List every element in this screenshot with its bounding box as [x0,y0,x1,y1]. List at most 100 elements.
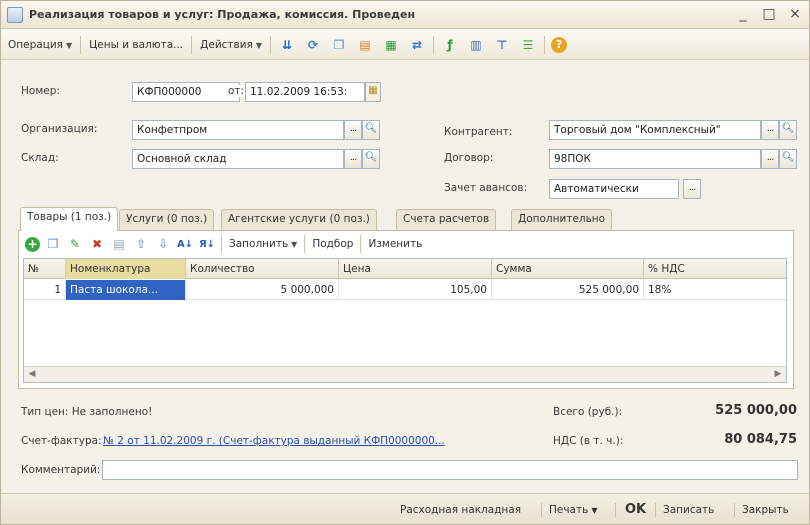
counterparty-field[interactable]: Торговый дом "Комплексный" [549,120,761,140]
change-button[interactable]: Изменить [364,233,426,255]
organization-field[interactable]: Конфетпром [132,120,344,140]
column-header-quantity[interactable]: Количество [186,259,339,279]
cell-quantity[interactable]: 5 000,000 [186,280,339,300]
window-title: Реализация товаров и услуг: Продажа, ком… [29,8,416,21]
refresh-icon[interactable]: ⟳ [303,35,323,55]
help-icon[interactable]: ? [551,36,568,53]
column-header-item[interactable]: Номенклатура [66,259,186,279]
sort-desc-icon[interactable]: Я↓ [198,235,216,253]
warehouse-label: Склад: [21,152,59,164]
move-down-icon[interactable]: ⇩ [154,235,172,253]
organization-select-button[interactable]: ... [344,120,362,140]
vat-value: 80 084,75 [724,432,797,447]
tab-additional[interactable]: Дополнительно [511,209,613,230]
chevron-down-icon: ▼ [291,240,298,249]
ok-button[interactable]: OK [625,501,646,519]
tab-agent-services[interactable]: Агентские услуги (0 поз.) [221,209,377,230]
move-up-icon[interactable]: ⇧ [132,235,150,253]
vat-label: НДС (в т. ч.): [553,435,624,447]
warehouse-open-icon[interactable]: 🔍︎ [362,149,380,169]
footer-separator [541,503,542,517]
calendar-icon[interactable]: ▦ [365,82,381,102]
list-icon[interactable]: ☰ [518,35,538,55]
invoice-link[interactable]: № 2 от 11.02.2009 г. (Счет-фактура выдан… [103,435,445,447]
doc-structure-icon[interactable]: ▤ [355,35,375,55]
document-window: Реализация товаров и услуг: Продажа, ком… [0,0,810,525]
cell-item[interactable]: Паста шокола... [66,280,186,300]
date-from-label: от: [226,85,247,97]
doc-green-icon[interactable]: ▦ [381,35,401,55]
contract-select-button[interactable]: ... [761,149,779,169]
operation-menu[interactable]: Операция ▼ [3,34,77,56]
scroll-left-icon[interactable]: ◀ [24,367,40,382]
column-header-sum[interactable]: Сумма [492,259,644,279]
footer-separator [734,503,735,517]
goods-table[interactable]: № Номенклатура Количество Цена Сумма % Н… [23,258,787,383]
toolbar-separator [270,35,272,54]
table-toolbar: + ❐ ✎ ✖ ▤ ⇧ ⇩ A↓ Я↓ Заполнить ▼ Подбор Из… [23,233,426,255]
invoice-label: Счет-фактура: [21,435,102,447]
toolbar-separator [360,235,362,253]
end-edit-icon[interactable]: ▤ [110,235,128,253]
advance-offset-field[interactable]: Автоматически [549,179,679,199]
down-arrow-icon[interactable]: ⇊ [277,35,297,55]
contract-field[interactable]: 98ПОК [549,149,761,169]
structure-icon[interactable]: ⊤ [492,35,512,55]
tab-services[interactable]: Услуги (0 поз.) [119,209,215,230]
organization-label: Организация: [21,123,98,135]
footer-bar: Расходная накладная Печать ▼ OK Записать … [1,493,809,524]
actions-menu-label: Действия [200,38,253,51]
cell-price[interactable]: 105,00 [339,280,492,300]
warehouse-field[interactable]: Основной склад [132,149,344,169]
chevron-down-icon: ▼ [65,40,73,50]
counterparty-open-icon[interactable]: 🔍︎ [779,120,797,140]
prices-currency-button[interactable]: Цены и валюта... [84,34,188,56]
copy-row-icon[interactable]: ❐ [44,235,62,253]
waybill-button[interactable]: Расходная накладная [400,501,521,519]
column-header-vat[interactable]: % НДС [644,259,786,279]
organization-open-icon[interactable]: 🔍︎ [362,120,380,140]
cell-sum[interactable]: 525 000,00 [492,280,644,300]
dt-kt-icon[interactable]: ƒ [440,35,460,55]
actions-menu[interactable]: Действия ▼ [195,34,267,56]
add-row-icon[interactable]: + [25,236,40,252]
maximize-button[interactable]: □ [761,5,777,23]
date-field[interactable]: 11.02.2009 16:53: [245,82,365,102]
delete-row-icon[interactable]: ✖ [88,235,106,253]
close-button[interactable]: Закрыть [742,501,789,519]
cell-vat[interactable]: 18% [644,280,786,300]
print-menu[interactable]: Печать ▼ [549,501,597,519]
sort-asc-icon[interactable]: A↓ [176,235,194,253]
save-button[interactable]: Записать [663,501,714,519]
tab-settlement-accounts[interactable]: Счета расчетов [396,209,497,230]
footer-separator [615,503,616,517]
chevron-down-icon: ▼ [255,40,263,50]
column-header-price[interactable]: Цена [339,259,492,279]
close-window-button[interactable]: × [787,5,803,23]
toolbar-separator [221,235,222,253]
fill-menu[interactable]: Заполнить ▼ [225,233,301,255]
select-button[interactable]: Подбор [308,233,357,255]
edit-row-icon[interactable]: ✎ [66,235,84,253]
toolbar-separator [80,35,82,54]
tab-goods[interactable]: Товары (1 поз.) [20,207,119,231]
horizontal-scrollbar[interactable]: ◀ ▶ [24,366,786,382]
report-icon[interactable]: ▥ [466,35,486,55]
column-header-number[interactable]: № [24,259,66,279]
number-field[interactable]: КФП000000 [132,82,240,102]
contract-open-icon[interactable]: 🔍︎ [779,149,797,169]
movement-icon[interactable]: ⇄ [407,35,427,55]
minimize-button[interactable]: _ [735,5,751,23]
warehouse-select-button[interactable]: ... [344,149,362,169]
table-row[interactable]: 1 Паста шокола... 5 000,000 105,00 525 0… [24,280,786,300]
comment-field[interactable] [102,460,798,480]
scroll-right-icon[interactable]: ▶ [770,367,786,382]
advance-offset-select-button[interactable]: ... [683,179,701,199]
chevron-down-icon: ▼ [591,506,598,515]
total-value: 525 000,00 [715,403,797,418]
copy-icon[interactable]: ❐ [329,35,349,55]
cell-number: 1 [24,280,66,300]
counterparty-select-button[interactable]: ... [761,120,779,140]
main-toolbar: Операция ▼ Цены и валюта... Действия ▼ ⇊ ⟳… [1,30,809,60]
toolbar-separator [191,35,193,54]
